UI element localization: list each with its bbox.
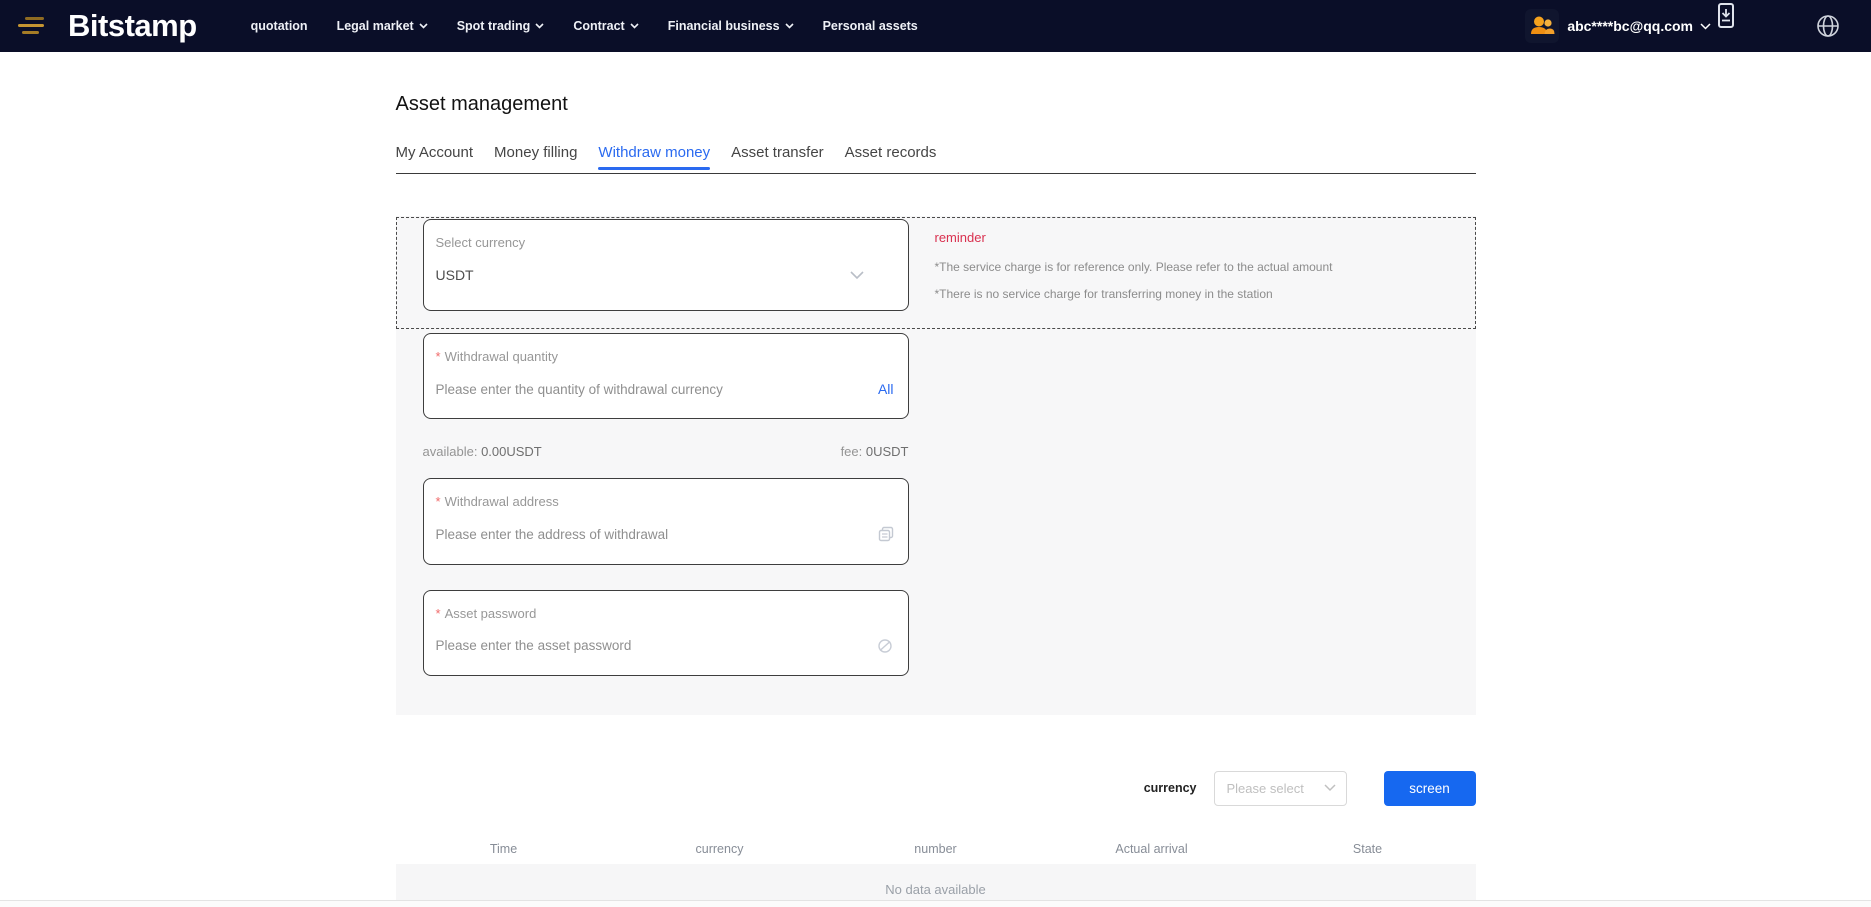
withdrawal-quantity-field: * Withdrawal quantity All [423, 333, 909, 419]
chevron-down-icon [630, 23, 639, 29]
select-currency-label: Select currency [436, 235, 894, 250]
asset-password-field: * Asset password [423, 590, 909, 676]
filter-currency-label: currency [1144, 781, 1197, 795]
withdrawal-quantity-label: Withdrawal quantity [445, 349, 558, 364]
chevron-down-icon [535, 23, 544, 29]
hamburger-menu-icon[interactable] [16, 16, 46, 36]
paste-copy-icon[interactable] [878, 526, 894, 542]
reminder-line: *The service charge is for reference onl… [935, 260, 1465, 274]
available-fee-row: available: 0.00USDT fee: 0USDT [423, 444, 909, 459]
bottom-scrollbar-strip[interactable] [0, 900, 1871, 907]
nav-item-quotation[interactable]: quotation [251, 19, 308, 33]
nav-user-area: abc****bc@qq.com [1525, 9, 1841, 43]
people-icon [1528, 12, 1556, 40]
all-max-button[interactable]: All [878, 381, 894, 397]
select-currency-field[interactable]: Select currency USDT [423, 219, 909, 311]
reminder-line: *There is no service charge for transfer… [935, 287, 1465, 301]
globe-icon[interactable] [1815, 13, 1841, 39]
tab-asset-records[interactable]: Asset records [845, 144, 937, 173]
chevron-down-icon [1324, 784, 1336, 792]
records-table-header: Time currency number Actual arrival Stat… [396, 833, 1476, 864]
tab-money-filling[interactable]: Money filling [494, 144, 577, 173]
user-email[interactable]: abc****bc@qq.com [1567, 18, 1693, 34]
required-asterisk: * [436, 606, 441, 621]
tab-asset-transfer[interactable]: Asset transfer [731, 144, 824, 173]
tab-withdraw-money[interactable]: Withdraw money [598, 144, 710, 173]
nav-item-financial-business[interactable]: Financial business [668, 19, 794, 33]
page-title: Asset management [396, 52, 1476, 116]
asset-password-input[interactable] [436, 638, 876, 653]
withdrawal-address-field: * Withdrawal address [423, 478, 909, 565]
column-header-state: State [1260, 842, 1476, 856]
top-nav: Bitstamp quotation Legal market Spot tra… [0, 0, 1871, 52]
screen-button[interactable]: screen [1384, 771, 1476, 806]
column-header-number: number [828, 842, 1044, 856]
fee-value: 0USDT [866, 444, 909, 459]
withdraw-form-panel: Select currency USDT reminder *The servi… [396, 216, 1476, 715]
available-label: available: [423, 444, 478, 459]
chevron-down-icon[interactable] [850, 271, 864, 280]
column-header-currency: currency [612, 842, 828, 856]
reminder-title: reminder [935, 230, 1465, 245]
nav-item-legal-market[interactable]: Legal market [337, 19, 428, 33]
withdrawal-address-input[interactable] [436, 527, 878, 542]
download-indicator-icon [1718, 3, 1734, 28]
withdrawal-quantity-input[interactable] [436, 382, 868, 397]
nav-item-personal-assets[interactable]: Personal assets [823, 19, 918, 33]
filter-currency-select[interactable]: Please select [1214, 771, 1347, 806]
nav-item-contract[interactable]: Contract [573, 19, 638, 33]
table-empty-state: No data available [396, 864, 1476, 905]
records-filter-row: currency Please select screen [396, 770, 1476, 806]
tab-bar: My Account Money filling Withdraw money … [396, 144, 1476, 174]
chevron-down-icon [419, 23, 428, 29]
fee-label: fee: [841, 444, 863, 459]
column-header-time: Time [396, 842, 612, 856]
required-asterisk: * [436, 349, 441, 364]
eye-off-icon[interactable] [876, 639, 894, 653]
filter-select-placeholder: Please select [1227, 781, 1324, 796]
brand-logo[interactable]: Bitstamp [68, 8, 197, 44]
chevron-down-icon[interactable] [1700, 23, 1711, 30]
nav-menu: quotation Legal market Spot trading Cont… [251, 19, 918, 33]
chevron-down-icon [785, 23, 794, 29]
nav-item-spot-trading[interactable]: Spot trading [457, 19, 545, 33]
user-avatar[interactable] [1525, 9, 1559, 43]
asset-password-label: Asset password [445, 606, 537, 621]
available-value: 0.00USDT [481, 444, 542, 459]
required-asterisk: * [436, 494, 441, 509]
tab-my-account[interactable]: My Account [396, 144, 474, 173]
page: Bitstamp quotation Legal market Spot tra… [0, 0, 1871, 907]
withdrawal-address-label: Withdrawal address [445, 494, 559, 509]
reminder-block: reminder *The service charge is for refe… [935, 230, 1465, 314]
selected-currency-value: USDT [436, 267, 850, 283]
column-header-actual-arrival: Actual arrival [1044, 842, 1260, 856]
main-content: Asset management My Account Money fillin… [396, 52, 1476, 905]
